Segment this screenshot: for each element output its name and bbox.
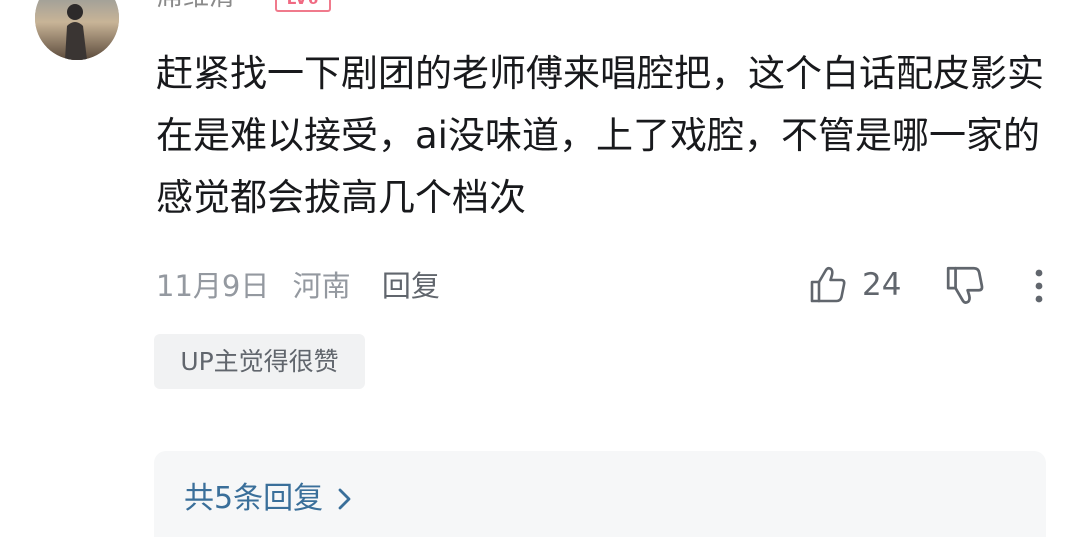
like-count: 24	[862, 267, 902, 303]
replies-count-label: 共5条回复	[184, 481, 324, 516]
replies-panel: 共5条回复	[154, 451, 1046, 537]
more-options-button[interactable]	[1025, 266, 1053, 306]
level-badge: LV6	[275, 0, 331, 12]
comment-card: 席维清 LV6 赶紧找一下剧团的老师傅来唱腔把，这个白话配皮影实在是难以接受，a…	[0, 0, 1072, 537]
username[interactable]: 席维清	[157, 0, 235, 12]
avatar-image	[35, 0, 119, 60]
comment-date: 11月9日	[156, 269, 270, 303]
avatar[interactable]	[35, 0, 119, 60]
comment-meta: 11月9日 河南 回复	[156, 266, 440, 306]
view-replies-link[interactable]: 共5条回复	[184, 478, 353, 520]
more-vertical-icon	[1035, 269, 1043, 303]
thumbs-up-icon	[810, 266, 846, 303]
up-liked-tag: UP主觉得很赞	[154, 334, 365, 389]
dislike-button[interactable]	[944, 264, 986, 306]
like-button[interactable]: 24	[808, 264, 901, 306]
comment-text: 赶紧找一下剧团的老师傅来唱腔把，这个白话配皮影实在是难以接受，ai没味道，上了戏…	[156, 52, 1044, 219]
reply-button[interactable]: 回复	[382, 269, 440, 303]
thumbs-down-icon	[946, 266, 984, 304]
chevron-right-icon	[338, 488, 351, 510]
comment-location: 河南	[292, 269, 351, 303]
